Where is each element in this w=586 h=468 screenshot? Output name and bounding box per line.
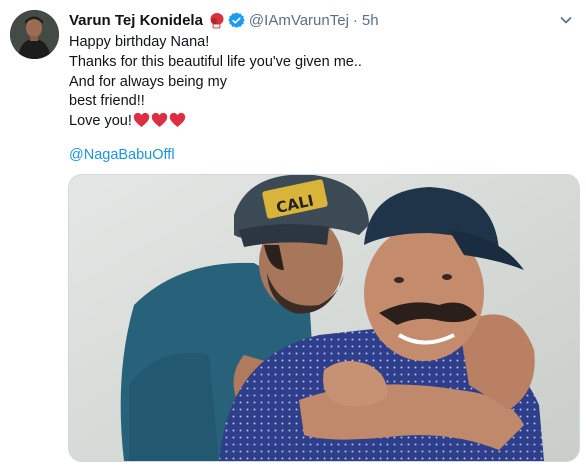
author-handle[interactable]: @IAmVarunTej bbox=[249, 12, 349, 29]
tweet-line: Thanks for this beautiful life you've gi… bbox=[69, 53, 362, 70]
tweet-timestamp[interactable]: 5h bbox=[362, 12, 379, 29]
tweet-photo[interactable]: CALI bbox=[68, 174, 580, 462]
tweet-text: Happy birthday Nana! Thanks for this bea… bbox=[69, 33, 569, 132]
avatar[interactable] bbox=[10, 10, 59, 59]
red-heart-icon bbox=[151, 113, 168, 128]
hearts bbox=[133, 112, 186, 128]
chevron-down-icon[interactable] bbox=[558, 12, 574, 28]
tweet-header: Varun Tej Konidela @IAmVarunTej · 5h bbox=[69, 10, 379, 30]
red-heart-icon bbox=[133, 113, 150, 128]
separator-dot: · bbox=[352, 11, 358, 29]
tweet-line: best friend!! bbox=[69, 93, 145, 110]
tweet-line: Happy birthday Nana! bbox=[69, 34, 210, 50]
tweet-line: And for always being my bbox=[69, 73, 227, 90]
mention-link[interactable]: @NagaBabuOffl bbox=[69, 147, 175, 163]
verified-badge-icon bbox=[228, 11, 245, 29]
red-heart-icon bbox=[169, 113, 186, 128]
tweet-line: Love you! bbox=[69, 113, 132, 130]
tweet-line-love: Love you! bbox=[69, 112, 569, 132]
author-name[interactable]: Varun Tej Konidela bbox=[69, 12, 203, 29]
boxing-glove-icon bbox=[208, 12, 225, 29]
